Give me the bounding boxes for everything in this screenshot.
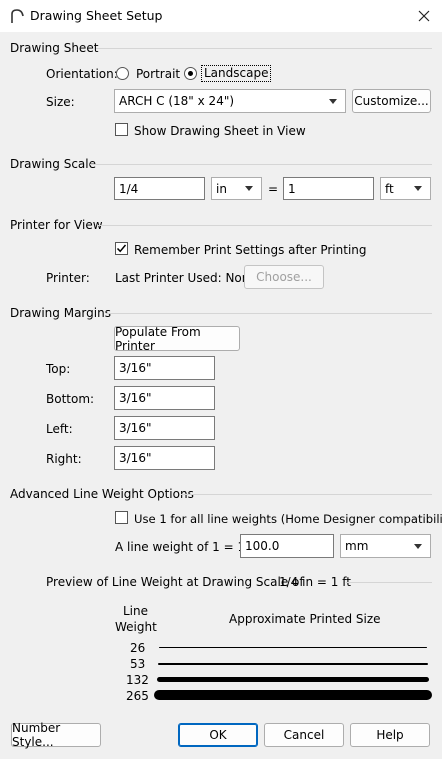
remember-settings-checkbox[interactable]: [115, 242, 128, 255]
size-value: ARCH C (18" x 24"): [119, 94, 235, 108]
landscape-radio[interactable]: [184, 67, 197, 80]
weight-row-label: 53: [130, 657, 146, 671]
ratio-input[interactable]: 100.0: [240, 534, 334, 558]
app-logo-icon: [11, 9, 24, 23]
chevron-down-icon: [414, 186, 422, 191]
printer-header: Printer for View: [10, 218, 103, 232]
size-label: Size:: [46, 95, 75, 109]
choose-printer-button[interactable]: Choose...: [244, 265, 324, 289]
preview-label: Preview of Line Weight at Drawing Scale …: [46, 575, 304, 589]
portrait-radio[interactable]: [116, 67, 129, 80]
size-column-header: Approximate Printed Size: [229, 612, 381, 626]
cancel-button[interactable]: Cancel: [264, 723, 344, 747]
orientation-label: Orientation:: [46, 67, 118, 81]
margins-header: Drawing Margins: [10, 306, 111, 320]
weight-preview-line: [154, 690, 432, 700]
group-divider: [181, 494, 432, 495]
scale-right-unit-dropdown[interactable]: ft: [380, 177, 431, 200]
line-weight-header: Advanced Line Weight Options: [10, 487, 194, 501]
number-style-button[interactable]: Number Style...: [11, 721, 101, 749]
group-divider: [346, 582, 432, 583]
ratio-unit-dropdown[interactable]: mm: [340, 534, 431, 558]
populate-from-printer-button[interactable]: Populate From Printer: [114, 325, 240, 353]
landscape-label[interactable]: Landscape: [201, 65, 272, 82]
chevron-down-icon: [329, 98, 337, 104]
scale-left-unit-dropdown[interactable]: in: [211, 177, 262, 200]
weight-preview-line: [158, 663, 428, 665]
checkmark-icon: [116, 244, 127, 253]
ok-button[interactable]: OK: [178, 723, 258, 747]
show-sheet-checkbox[interactable]: [115, 123, 128, 136]
printer-value: Last Printer Used: None: [115, 271, 257, 285]
weight-column-header-line: Line: [123, 604, 149, 618]
weight-row-label: 132: [126, 673, 149, 687]
group-divider: [90, 164, 432, 165]
use-one-checkbox[interactable]: [115, 511, 128, 524]
window-title: Drawing Sheet Setup: [30, 8, 163, 23]
weight-preview-line: [159, 647, 427, 648]
margin-right-input[interactable]: 3/16": [114, 446, 215, 470]
close-icon: [418, 10, 430, 22]
group-divider: [106, 313, 432, 314]
preview-scale-value: 1/4 in = 1 ft: [279, 575, 351, 589]
scale-right-unit-value: ft: [385, 181, 394, 196]
margin-top-label: Top:: [46, 362, 71, 376]
group-divider: [96, 48, 432, 49]
ratio-label: A line weight of 1 = 1 /: [115, 540, 253, 554]
scale-left-input[interactable]: 1/4: [114, 177, 205, 200]
chevron-down-icon: [245, 186, 253, 191]
margin-left-label: Left:: [46, 422, 73, 436]
size-dropdown[interactable]: ARCH C (18" x 24"): [114, 89, 346, 113]
margin-right-label: Right:: [46, 452, 82, 466]
weight-row-label: 26: [130, 641, 146, 655]
margin-bottom-input[interactable]: 3/16": [114, 386, 215, 410]
group-divider: [98, 225, 432, 226]
close-button[interactable]: [408, 2, 440, 30]
chevron-down-icon: [414, 543, 422, 549]
scale-right-input[interactable]: 1: [283, 177, 374, 200]
drawing-scale-header: Drawing Scale: [10, 157, 96, 171]
weight-column-header-weight: Weight: [115, 620, 157, 634]
margin-bottom-label: Bottom:: [46, 392, 95, 406]
equals-label: =: [268, 182, 279, 196]
help-button[interactable]: Help: [350, 723, 430, 747]
margin-left-input[interactable]: 3/16": [114, 416, 215, 440]
customize-button[interactable]: Customize...: [352, 89, 431, 113]
printer-label: Printer:: [46, 271, 90, 285]
drawing-sheet-header: Drawing Sheet: [10, 41, 99, 55]
weight-preview-line: [157, 677, 429, 682]
use-one-label[interactable]: Use 1 for all line weights (Home Designe…: [134, 512, 442, 526]
portrait-label[interactable]: Portrait: [136, 67, 180, 81]
margin-top-input[interactable]: 3/16": [114, 356, 215, 380]
remember-settings-label[interactable]: Remember Print Settings after Printing: [134, 243, 367, 257]
ratio-unit-value: mm: [345, 539, 369, 553]
scale-left-unit-value: in: [216, 181, 227, 196]
weight-row-label: 265: [126, 689, 149, 703]
show-sheet-label[interactable]: Show Drawing Sheet in View: [134, 124, 306, 138]
